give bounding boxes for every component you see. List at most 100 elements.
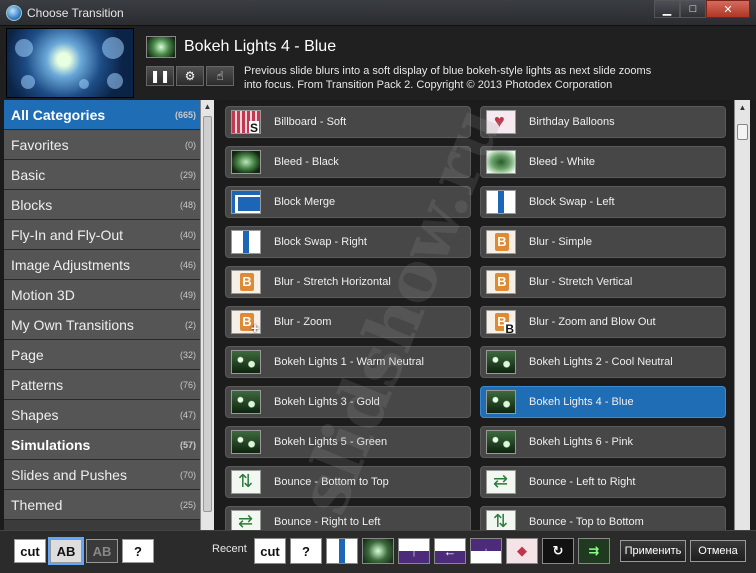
category-count: (25) xyxy=(179,499,196,510)
sidebar-item-themed[interactable]: Themed (25) xyxy=(4,490,200,520)
sidebar-item-shapes[interactable]: Shapes (47) xyxy=(4,400,200,430)
selected-transition-title: Bokeh Lights 4 - Blue xyxy=(184,38,337,55)
category-count: (70) xyxy=(179,469,196,480)
transition-tile[interactable]: Block Swap - Left xyxy=(480,186,726,218)
recent-slide-down-icon[interactable]: ↓ xyxy=(470,538,502,564)
category-count: (0) xyxy=(185,139,196,150)
category-scroll-thumb[interactable] xyxy=(203,116,212,512)
app-icon xyxy=(6,5,22,21)
pause-icon[interactable]: ❚❚ xyxy=(146,66,174,86)
transition-tile[interactable]: Bounce - Bottom to Top xyxy=(225,466,471,498)
block-swap-icon xyxy=(231,230,261,254)
bokeh-icon xyxy=(231,390,261,414)
transition-tile[interactable]: Bleed - White xyxy=(480,146,726,178)
transition-tile[interactable]: Birthday Balloons xyxy=(480,106,726,138)
window-controls: ▁ □ ✕ xyxy=(654,0,750,20)
transition-label: Bokeh Lights 5 - Green xyxy=(274,436,388,448)
transition-preview-image xyxy=(6,28,134,98)
transition-tile[interactable]: Blur - Zoom and Blow Out xyxy=(480,306,726,338)
sidebar-item-blocks[interactable]: Blocks (48) xyxy=(4,190,200,220)
title-bar: Choose Transition ▁ □ ✕ xyxy=(0,0,756,26)
recent-help-button[interactable]: ? xyxy=(290,538,322,564)
recent-rotate-icon[interactable]: ↻ xyxy=(542,538,574,564)
help-button[interactable]: ? xyxy=(122,539,154,563)
sidebar-item-all-categories[interactable]: All Categories (665) xyxy=(4,100,200,130)
blur-zoom-blow-icon xyxy=(486,310,516,334)
balloon-icon xyxy=(486,110,516,134)
category-count: (57) xyxy=(179,439,196,450)
apply-button[interactable]: Применить xyxy=(620,540,686,562)
transition-tile[interactable]: Blur - Stretch Vertical xyxy=(480,266,726,298)
ab-button[interactable]: AB xyxy=(48,537,84,565)
transition-label: Bounce - Bottom to Top xyxy=(274,476,389,488)
sidebar-item-my-own-transitions[interactable]: My Own Transitions (2) xyxy=(4,310,200,340)
blur-icon xyxy=(486,270,516,294)
transition-tile[interactable]: Bokeh Lights 5 - Green xyxy=(225,426,471,458)
sidebar-item-favorites[interactable]: Favorites (0) xyxy=(4,130,200,160)
category-label: Image Adjustments xyxy=(11,256,131,273)
transition-scroll-thumb[interactable] xyxy=(737,124,748,140)
recent-slide-left-icon[interactable]: ← xyxy=(434,538,466,564)
maximize-icon[interactable]: □ xyxy=(680,0,706,18)
transition-tile[interactable]: Blur - Stretch Horizontal xyxy=(225,266,471,298)
transition-description: Previous slide blurs into a soft display… xyxy=(244,65,652,91)
transition-tile[interactable]: Blur - Simple xyxy=(480,226,726,258)
sidebar-item-basic[interactable]: Basic (29) xyxy=(4,160,200,190)
cancel-button[interactable]: Отмена xyxy=(690,540,746,562)
transition-tile[interactable]: Block Merge xyxy=(225,186,471,218)
bounce-lr-icon xyxy=(486,470,516,494)
sidebar-item-page[interactable]: Page (32) xyxy=(4,340,200,370)
transition-tile[interactable]: Blur - Zoom xyxy=(225,306,471,338)
transition-tile[interactable]: Bounce - Right to Left xyxy=(225,506,471,530)
recent-cut-button[interactable]: cut xyxy=(254,538,286,564)
block-merge-icon xyxy=(231,190,261,214)
close-icon[interactable]: ✕ xyxy=(706,0,750,18)
sidebar-item-motion-3d[interactable]: Motion 3D (49) xyxy=(4,280,200,310)
minimize-icon[interactable]: ▁ xyxy=(654,0,680,18)
category-label: All Categories xyxy=(11,106,106,123)
preview-controls: ❚❚ ⚙ ☝ xyxy=(146,66,236,86)
ab-alt-button[interactable]: AB xyxy=(86,539,118,563)
transition-tile[interactable]: Billboard - Soft xyxy=(225,106,471,138)
category-count: (32) xyxy=(179,349,196,360)
category-scrollbar[interactable]: ▲ xyxy=(200,100,214,530)
transition-label: Bokeh Lights 4 - Blue xyxy=(529,396,634,408)
transition-tile[interactable]: Bounce - Top to Bottom xyxy=(480,506,726,530)
transition-tile[interactable]: Bleed - Black xyxy=(225,146,471,178)
scroll-up-icon[interactable]: ▲ xyxy=(735,100,750,116)
category-label: My Own Transitions xyxy=(11,316,134,333)
transition-tile[interactable]: Bokeh Lights 3 - Gold xyxy=(225,386,471,418)
transition-header: Bokeh Lights 4 - Blue ❚❚ ⚙ ☝ Previous sl… xyxy=(0,26,756,100)
recent-block-swap-icon[interactable] xyxy=(326,538,358,564)
sidebar-item-fly-in-and-fly-out[interactable]: Fly-In and Fly-Out (40) xyxy=(4,220,200,250)
sidebar-item-simulations[interactable]: Simulations (57) xyxy=(4,430,200,460)
transition-scrollbar[interactable]: ▲ xyxy=(734,100,750,530)
transition-label: Blur - Stretch Horizontal xyxy=(274,276,391,288)
cut-button[interactable]: cut xyxy=(14,539,46,563)
category-label: Simulations xyxy=(11,436,91,453)
transition-tile[interactable]: Bokeh Lights 2 - Cool Neutral xyxy=(480,346,726,378)
transition-tile[interactable]: Bokeh Lights 4 - Blue xyxy=(480,386,726,418)
recent-arrows-icon[interactable]: ⇉ xyxy=(578,538,610,564)
recent-slide-up-icon[interactable]: ↑ xyxy=(398,538,430,564)
bokeh-icon xyxy=(231,430,261,454)
scroll-up-icon[interactable]: ▲ xyxy=(201,100,214,114)
transition-tile[interactable]: Bokeh Lights 6 - Pink xyxy=(480,426,726,458)
sidebar-item-patterns[interactable]: Patterns (76) xyxy=(4,370,200,400)
sidebar-item-slides-and-pushes[interactable]: Slides and Pushes (70) xyxy=(4,460,200,490)
bokeh-icon xyxy=(231,350,261,374)
category-count: (2) xyxy=(185,319,196,330)
transition-label: Bleed - White xyxy=(529,156,596,168)
sidebar-item-image-adjustments[interactable]: Image Adjustments (46) xyxy=(4,250,200,280)
transition-label: Bounce - Top to Bottom xyxy=(529,516,644,528)
transition-tile[interactable]: Bokeh Lights 1 - Warm Neutral xyxy=(225,346,471,378)
transition-tile[interactable]: Block Swap - Right xyxy=(225,226,471,258)
recent-diamond-icon[interactable]: ◆ xyxy=(506,538,538,564)
transition-tile[interactable]: Bounce - Left to Right xyxy=(480,466,726,498)
hand-pointer-icon[interactable]: ☝ xyxy=(206,66,234,86)
transition-label: Birthday Balloons xyxy=(529,116,615,128)
recent-bokeh-icon[interactable] xyxy=(362,538,394,564)
category-count: (47) xyxy=(179,409,196,420)
gear-icon[interactable]: ⚙ xyxy=(176,66,204,86)
category-count: (40) xyxy=(179,229,196,240)
